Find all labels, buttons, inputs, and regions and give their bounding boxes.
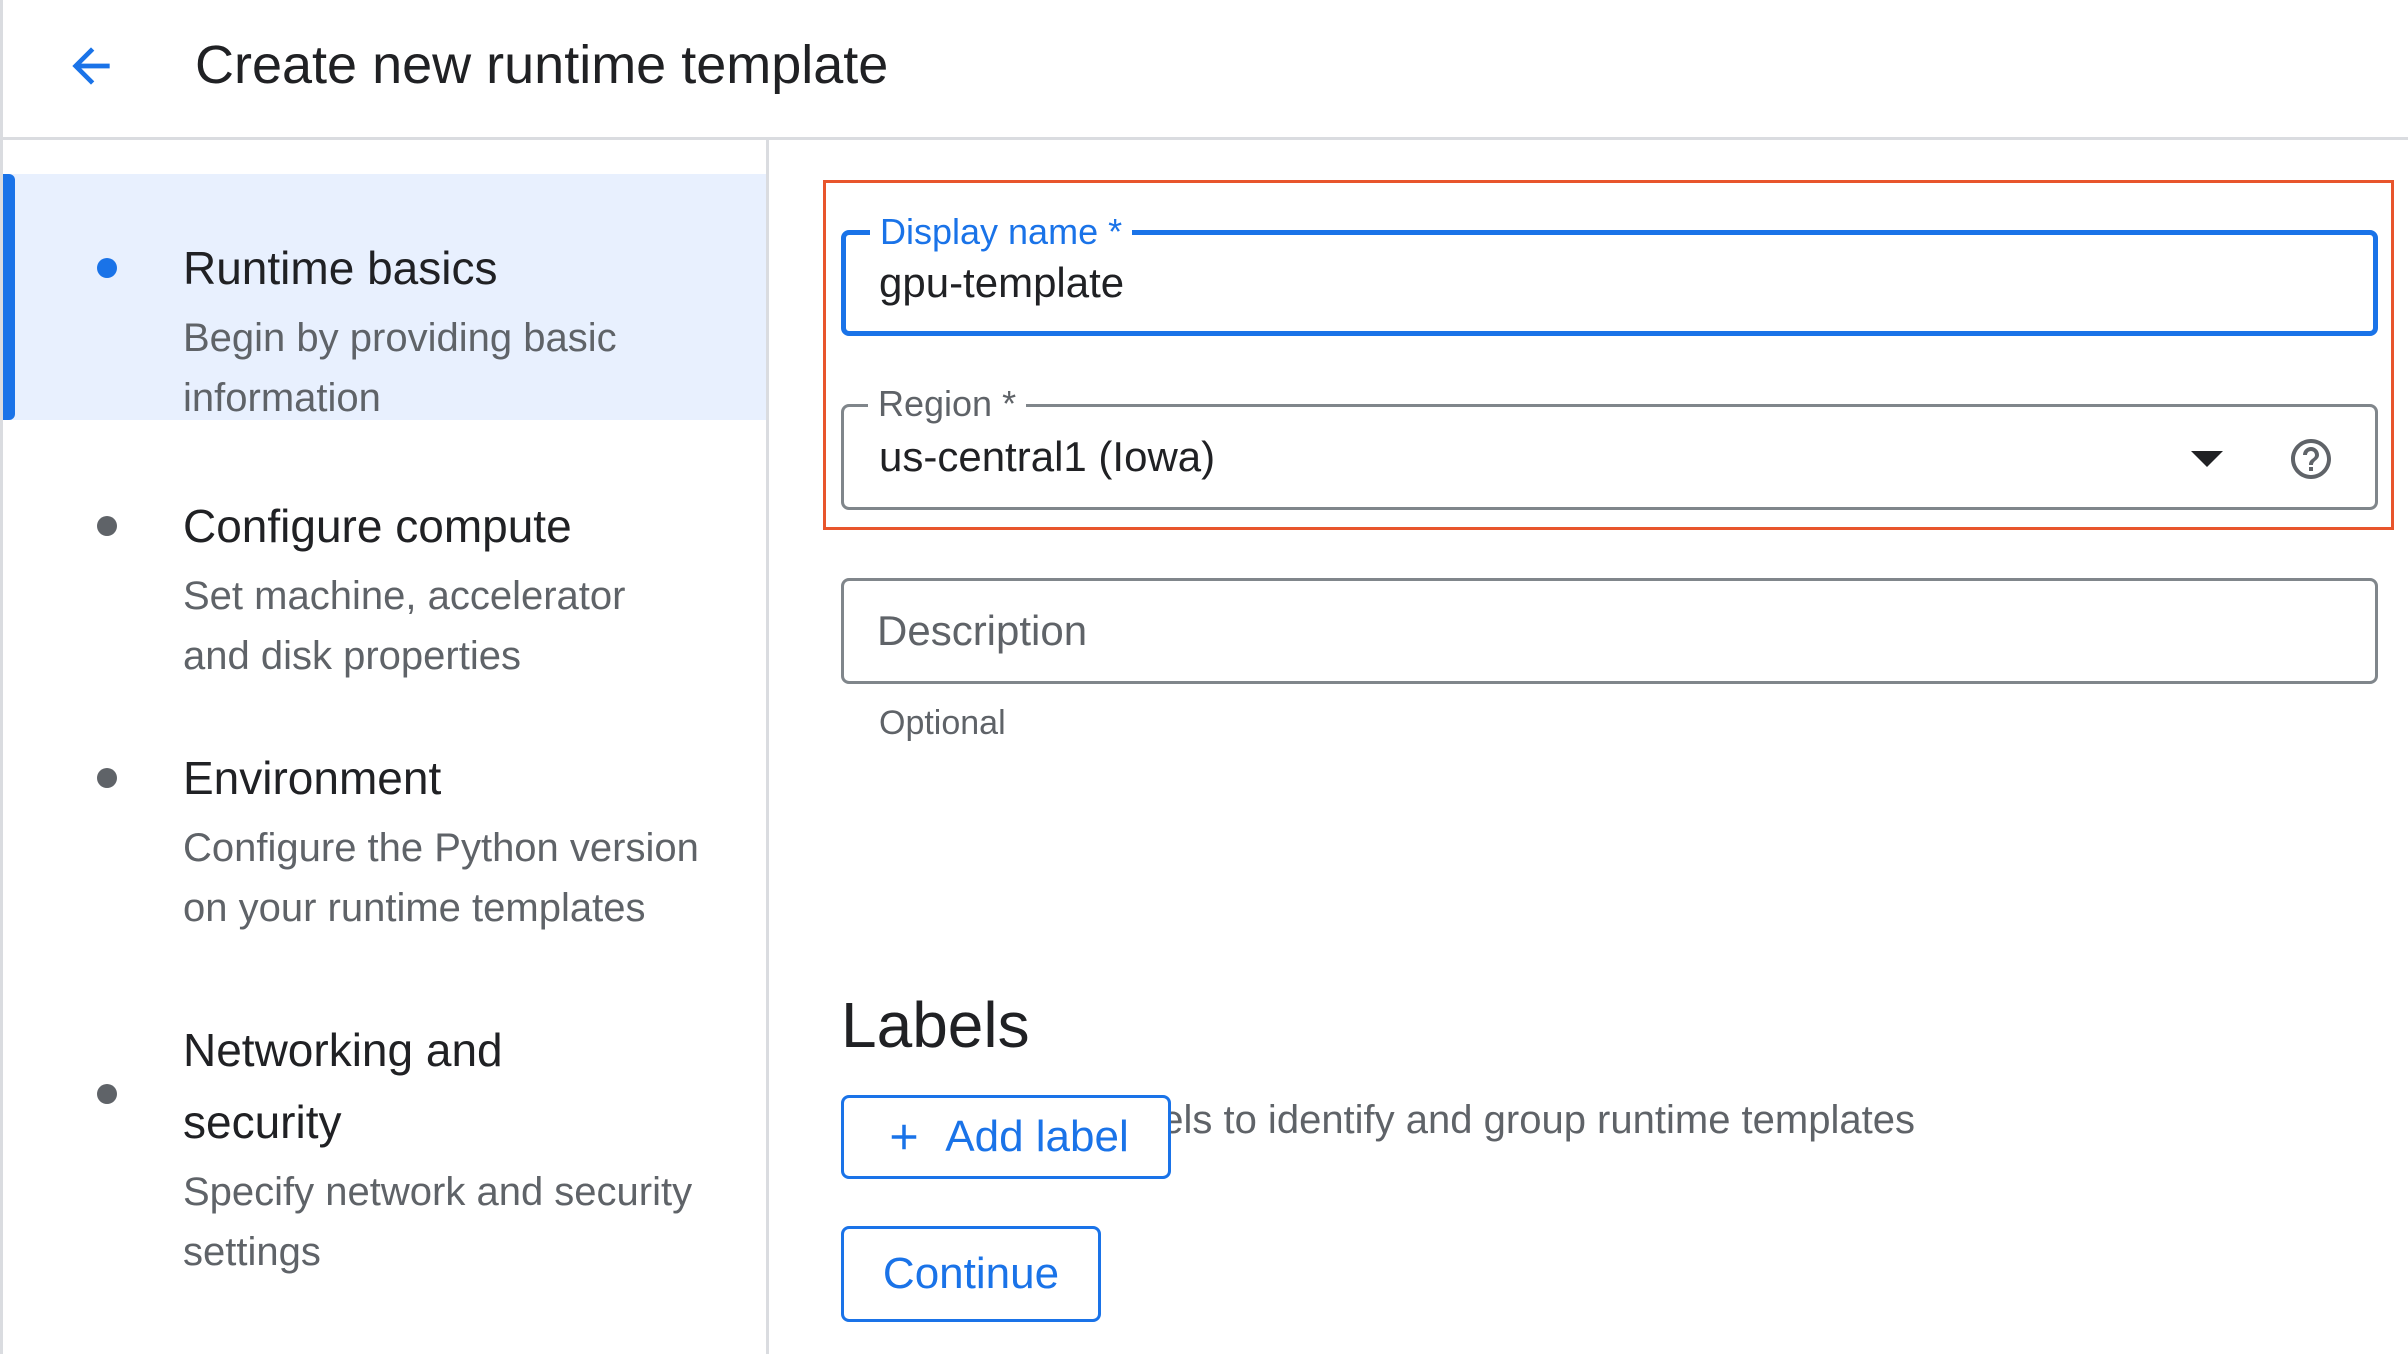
main-content: Display name * Region * us-central1 (Iow… — [769, 140, 2408, 1354]
step-indicator-dot — [97, 258, 117, 278]
display-name-input[interactable] — [879, 235, 2179, 331]
step-title: Configure compute — [183, 500, 572, 552]
step-indicator-dot — [97, 516, 117, 536]
continue-button[interactable]: Continue — [841, 1226, 1101, 1322]
page-title: Create new runtime template — [195, 35, 889, 95]
labels-section-title: Labels — [841, 989, 1030, 1061]
arrow-back-icon — [72, 47, 110, 85]
add-label-button[interactable]: Add label — [841, 1095, 1171, 1179]
step-configure-compute[interactable]: Configure compute Set machine, accelerat… — [3, 430, 766, 678]
step-description: Specify network and security settings — [183, 1170, 693, 1274]
stepper-sidebar: Runtime basics Begin by providing basic … — [3, 140, 769, 1354]
step-networking-security[interactable]: Networking and security Specify network … — [3, 996, 766, 1316]
back-button[interactable] — [53, 28, 129, 104]
region-value: us-central1 (Iowa) — [879, 433, 1216, 480]
step-indicator-dot — [97, 1084, 117, 1104]
step-description: Configure the Python version on your run… — [183, 826, 699, 930]
page-header: Create new runtime template — [3, 0, 2408, 140]
description-helper-text: Optional — [879, 704, 1006, 742]
dropdown-arrow-icon[interactable] — [2191, 451, 2223, 467]
plus-icon — [883, 1116, 925, 1158]
step-description: Begin by providing basic information — [183, 316, 617, 420]
description-field[interactable] — [841, 578, 2378, 684]
step-runtime-basics[interactable]: Runtime basics Begin by providing basic … — [3, 174, 766, 420]
step-title: Runtime basics — [183, 242, 498, 294]
step-title: Environment — [183, 752, 442, 804]
region-select[interactable]: Region * us-central1 (Iowa) — [841, 379, 2378, 510]
help-circle-icon[interactable] — [2287, 435, 2335, 483]
step-environment[interactable]: Environment Configure the Python version… — [3, 680, 766, 980]
step-title: Networking and security — [183, 1024, 503, 1148]
description-input[interactable] — [877, 581, 2177, 681]
step-description: Set machine, accelerator and disk proper… — [183, 574, 626, 678]
add-label-text: Add label — [945, 1112, 1129, 1161]
display-name-field[interactable]: Display name * — [841, 207, 2378, 336]
step-indicator-dot — [97, 768, 117, 788]
